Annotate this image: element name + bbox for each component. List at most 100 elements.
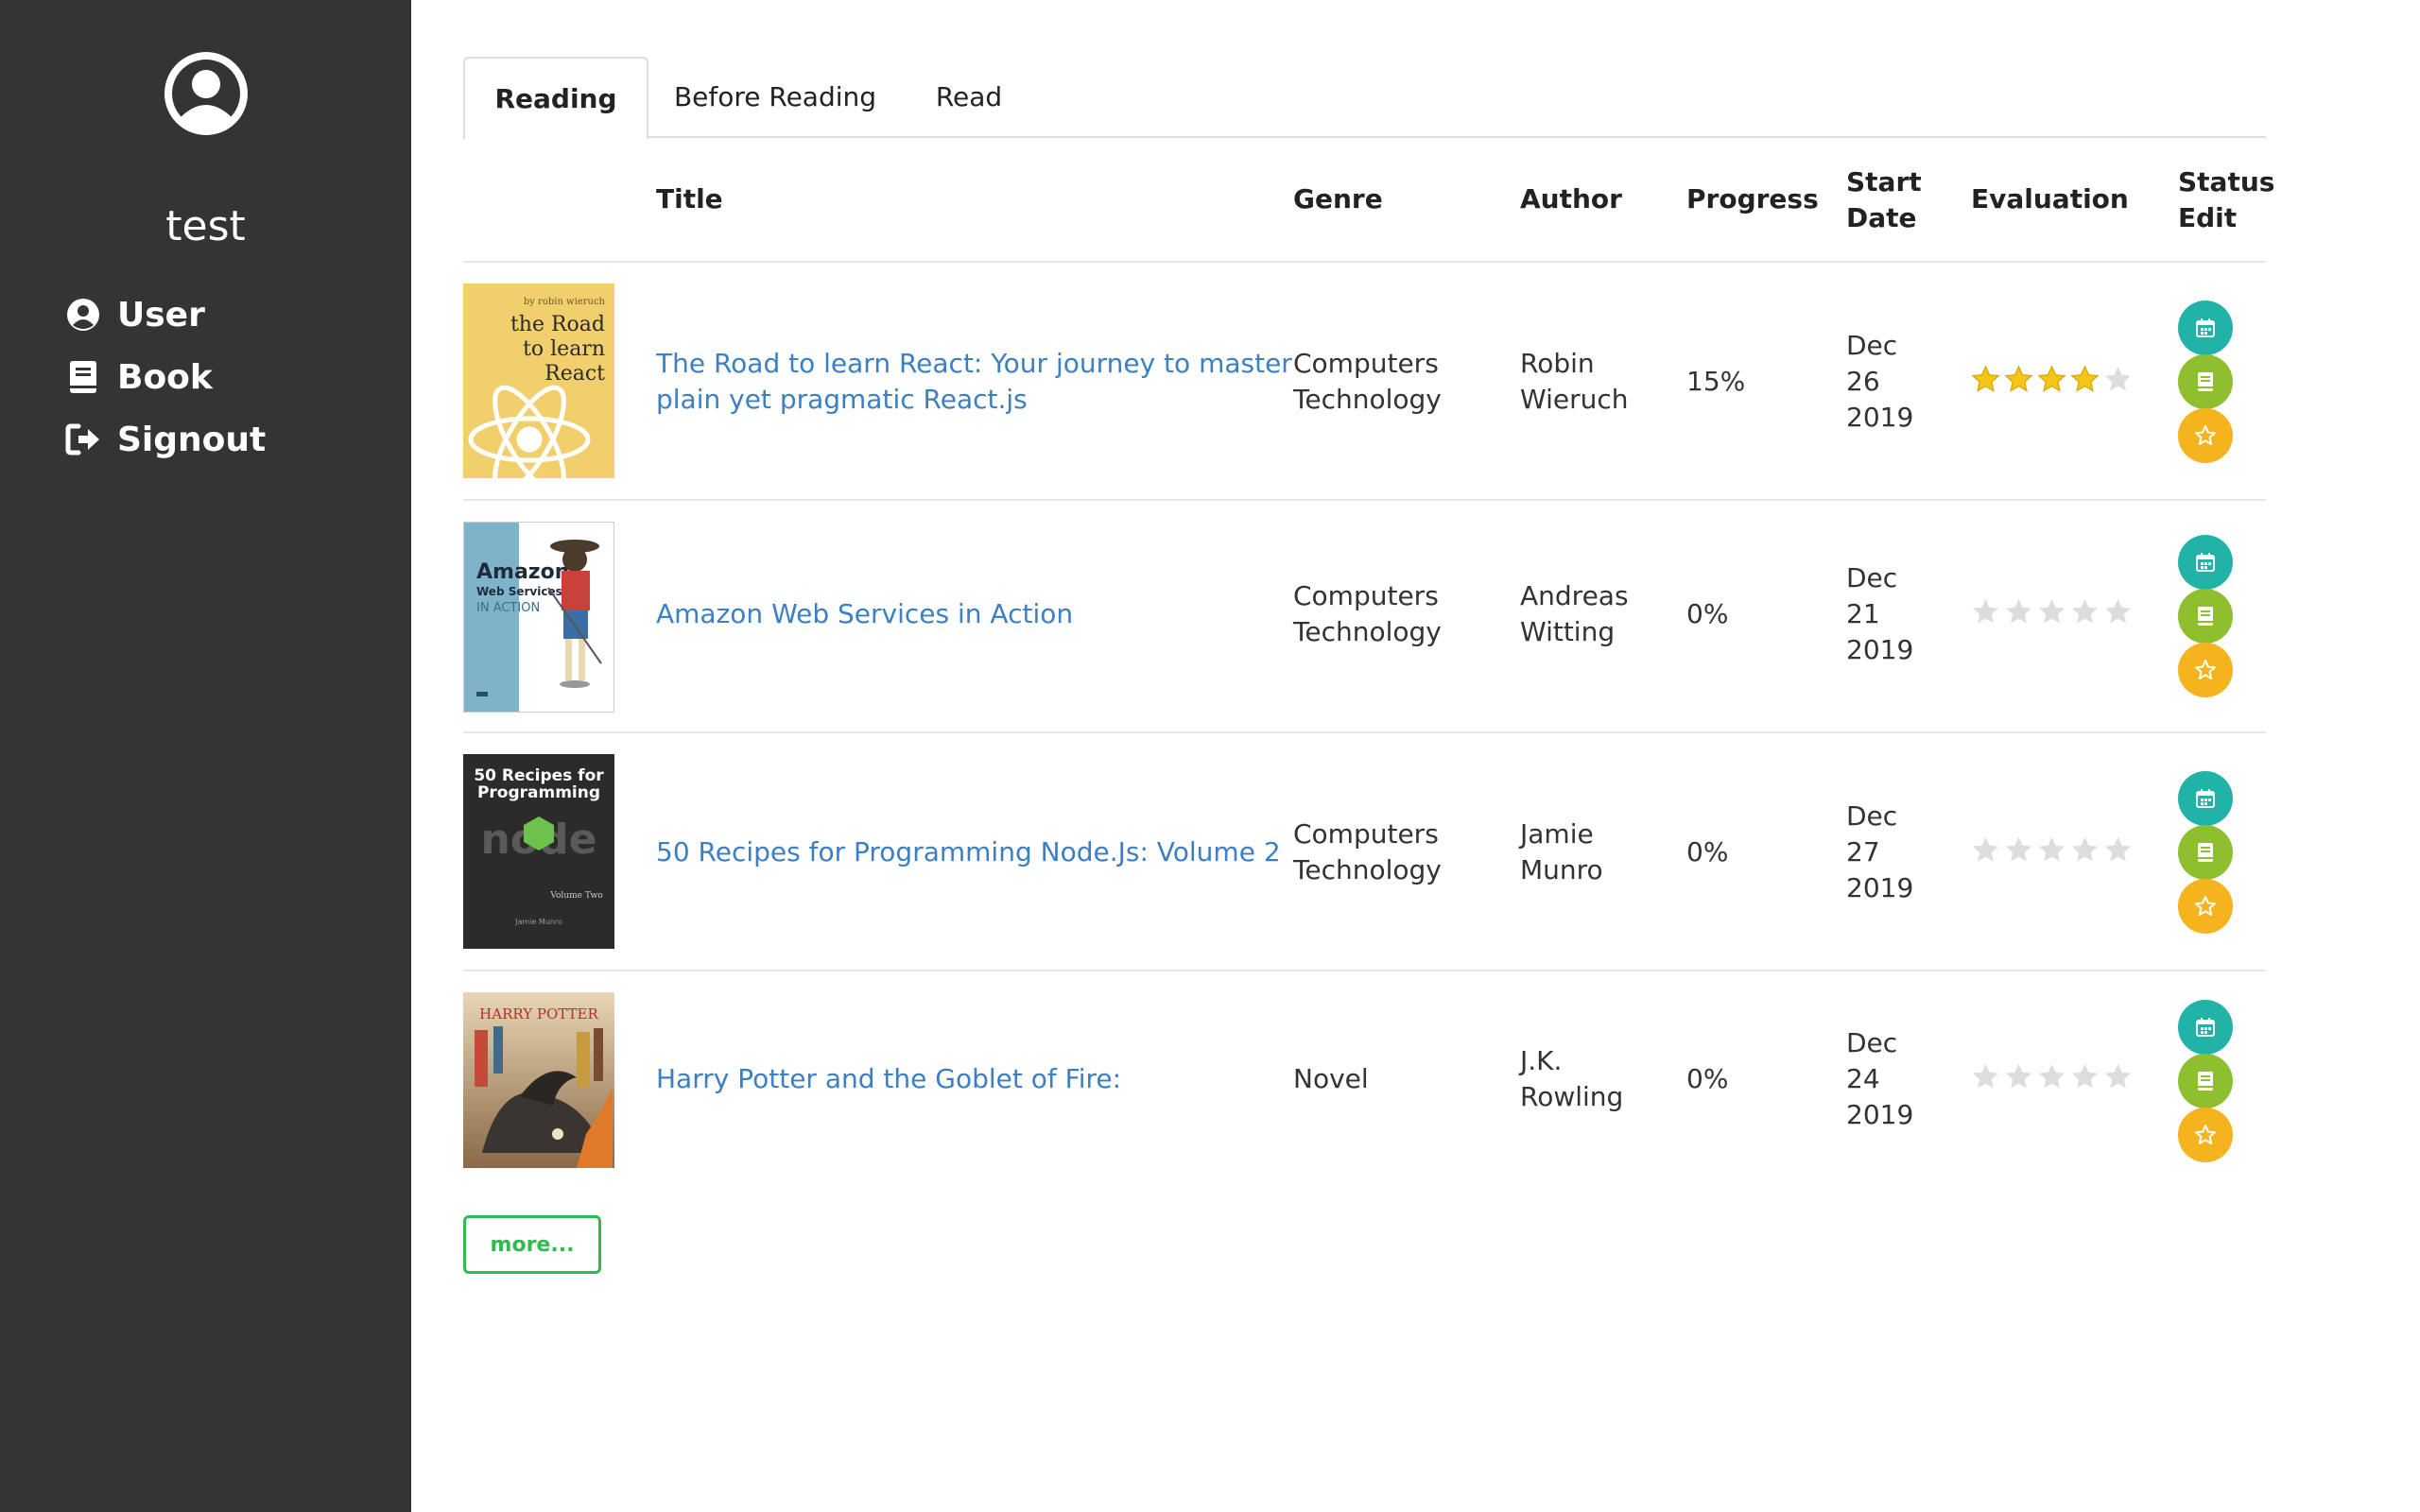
book-author: Jamie Munro [1520, 816, 1603, 888]
book-cover-aws-in-action[interactable]: Amazon Web Services IN ACTION [463, 522, 614, 713]
start-date-day: 27 [1846, 836, 1880, 868]
book-genre-line: Computers [1293, 348, 1439, 379]
calendar-icon [2196, 789, 2215, 808]
tab-read[interactable]: Read [908, 57, 1030, 138]
star-rating[interactable] [1971, 365, 2133, 394]
star-filled-icon[interactable] [2004, 365, 2033, 394]
book-icon [64, 358, 102, 396]
book-status-button[interactable] [2178, 1054, 2233, 1108]
nav-signout[interactable]: Signout [64, 413, 266, 466]
book-status-button[interactable] [2178, 354, 2233, 409]
user-avatar-icon[interactable] [163, 50, 250, 137]
star-filled-icon[interactable] [1971, 365, 2000, 394]
book-genre: Computers Technology [1293, 346, 1442, 418]
star-empty-icon[interactable] [2103, 365, 2133, 394]
book-status-button[interactable] [2178, 589, 2233, 644]
calendar-button[interactable] [2178, 1000, 2233, 1055]
tab-before-reading[interactable]: Before Reading [671, 57, 879, 138]
nav-book[interactable]: Book [64, 351, 213, 404]
book-cover-node-recipes[interactable]: 50 Recipes for Programming node Volume T… [463, 754, 614, 949]
start-date-day: 21 [1846, 598, 1880, 629]
column-header-author: Author [1520, 183, 1622, 215]
sign-out-icon [64, 421, 102, 458]
book-author-line: Jamie [1520, 818, 1594, 850]
star-empty-icon[interactable] [2037, 597, 2066, 627]
star-rating[interactable] [1971, 597, 2133, 627]
book-author-line: Robin [1520, 348, 1595, 379]
more-button[interactable]: more... [463, 1215, 601, 1274]
table-row: Amazon Web Services IN ACTION Amazon Web… [463, 501, 2266, 733]
star-empty-icon[interactable] [2037, 1062, 2066, 1091]
cover-title-line: to learn [523, 337, 605, 361]
book-author-line: Wieruch [1520, 384, 1629, 415]
star-empty-icon[interactable] [2004, 597, 2033, 627]
star-empty-icon[interactable] [2103, 597, 2133, 627]
start-date-year: 2019 [1846, 872, 1914, 903]
column-header-status-edit: Status Edit [2178, 164, 2274, 236]
book-cover-road-to-react[interactable]: by robin wieruch the Road to learn React [463, 284, 614, 478]
star-empty-icon[interactable] [1971, 835, 2000, 865]
cover-byline: by robin wieruch [524, 297, 606, 307]
book-status-button[interactable] [2178, 825, 2233, 880]
cover-title-line: the Road [510, 313, 605, 336]
book-title-line[interactable]: The Road to learn React: Your journey to… [656, 346, 1292, 382]
book-start-date: Dec 26 2019 [1846, 328, 1913, 436]
book-title-line[interactable]: 50 Recipes for Programming Node.Js: Volu… [656, 834, 1281, 870]
star-empty-icon[interactable] [2004, 1062, 2033, 1091]
book-author: J.K. Rowling [1520, 1043, 1623, 1115]
column-header-status-edit-line2: Edit [2178, 202, 2238, 233]
tab-reading[interactable]: Reading [463, 57, 648, 140]
calendar-button[interactable] [2178, 301, 2233, 355]
star-filled-icon[interactable] [2037, 365, 2066, 394]
column-header-start-date: Start Date [1846, 164, 1922, 236]
star-empty-icon[interactable] [2004, 835, 2033, 865]
book-cover-harry-potter[interactable]: HARRY POTTER [463, 992, 614, 1168]
table-row: by robin wieruch the Road to learn React… [463, 263, 2266, 501]
star-empty-icon[interactable] [1971, 597, 2000, 627]
star-empty-icon[interactable] [2070, 597, 2100, 627]
star-rating[interactable] [1971, 835, 2133, 865]
star-empty-icon[interactable] [2103, 1062, 2133, 1091]
book-start-date: Dec 21 2019 [1846, 560, 1913, 668]
book-icon [2198, 607, 2213, 626]
cover-title-line: IN ACTION [476, 601, 540, 615]
user-circle-icon [64, 296, 102, 334]
evaluate-button[interactable] [2178, 1108, 2233, 1162]
star-outline-icon [2195, 1125, 2216, 1144]
book-title-link[interactable]: Amazon Web Services in Action [656, 596, 1073, 632]
evaluate-button[interactable] [2178, 408, 2233, 463]
star-empty-icon[interactable] [1971, 1062, 2000, 1091]
book-progress: 15% [1686, 366, 1746, 397]
star-empty-icon[interactable] [2070, 835, 2100, 865]
evaluate-button[interactable] [2178, 643, 2233, 697]
start-date-year: 2019 [1846, 1099, 1914, 1130]
book-title-link[interactable]: The Road to learn React: Your journey to… [656, 346, 1292, 418]
calendar-button[interactable] [2178, 771, 2233, 826]
star-rating[interactable] [1971, 1062, 2133, 1091]
book-title-line[interactable]: Amazon Web Services in Action [656, 596, 1073, 632]
book-progress: 0% [1686, 836, 1729, 868]
start-date-month: Dec [1846, 800, 1898, 832]
start-date-year: 2019 [1846, 402, 1914, 433]
start-date-day: 24 [1846, 1063, 1880, 1094]
book-genre-line: Technology [1293, 616, 1442, 647]
book-title-link[interactable]: Harry Potter and the Goblet of Fire: [656, 1061, 1121, 1097]
column-header-title: Title [656, 183, 723, 215]
book-progress: 0% [1686, 598, 1729, 629]
nav-user[interactable]: User [64, 288, 205, 341]
star-empty-icon[interactable] [2070, 1062, 2100, 1091]
star-empty-icon[interactable] [2037, 835, 2066, 865]
star-filled-icon[interactable] [2070, 365, 2100, 394]
calendar-button[interactable] [2178, 535, 2233, 590]
book-author-line: J.K. [1520, 1045, 1563, 1076]
book-genre: Novel [1293, 1061, 1369, 1097]
book-title-line[interactable]: plain yet pragmatic React.js [656, 382, 1292, 418]
table-row: 50 Recipes for Programming node Volume T… [463, 733, 2266, 971]
book-title-link[interactable]: 50 Recipes for Programming Node.Js: Volu… [656, 834, 1281, 870]
book-author-line: Andreas [1520, 580, 1629, 611]
book-title-line[interactable]: Harry Potter and the Goblet of Fire: [656, 1061, 1121, 1097]
column-header-evaluation: Evaluation [1971, 183, 2129, 215]
calendar-icon [2196, 318, 2215, 337]
star-empty-icon[interactable] [2103, 835, 2133, 865]
evaluate-button[interactable] [2178, 879, 2233, 934]
